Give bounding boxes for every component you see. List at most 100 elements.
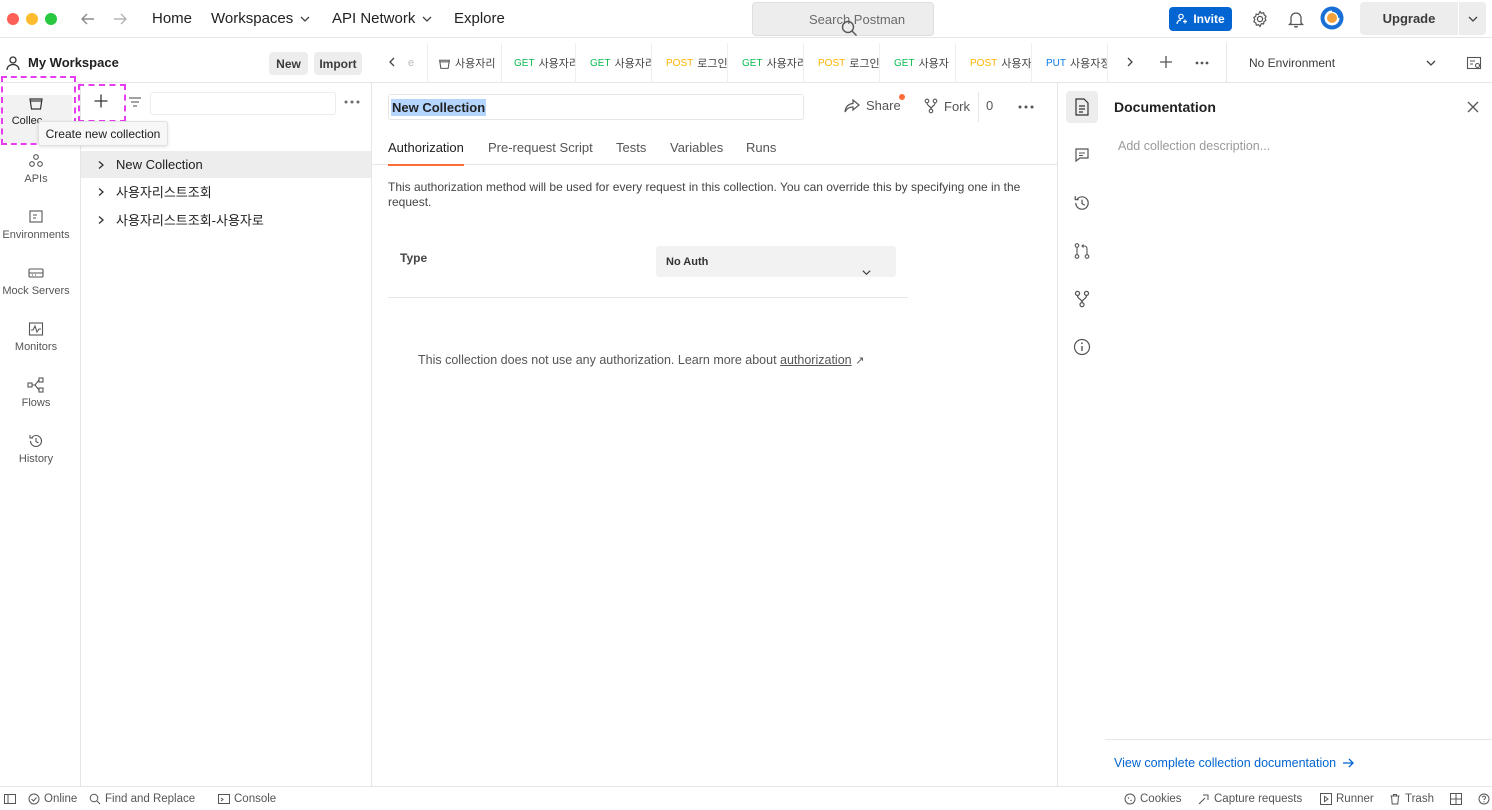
tab-name: 로그인 xyxy=(697,58,728,70)
documentation-tab[interactable] xyxy=(1066,91,1098,123)
tab-runs[interactable]: Runs xyxy=(746,140,776,155)
changelog-history-icon[interactable] xyxy=(1073,194,1091,212)
authorization-link[interactable]: authorization xyxy=(780,353,852,367)
filter-icon[interactable] xyxy=(128,96,142,108)
environment-selector[interactable]: No Environment xyxy=(1226,43,1436,83)
notifications-bell-icon[interactable] xyxy=(1287,10,1305,28)
auth-type-value: No Auth xyxy=(666,255,709,268)
help-icon[interactable] xyxy=(1478,793,1490,805)
more-options-icon[interactable] xyxy=(344,100,360,104)
info-icon[interactable] xyxy=(1073,338,1091,356)
collection-item[interactable]: 사용자리스트조회 xyxy=(81,178,371,205)
request-tab[interactable]: GET 사용자리 xyxy=(734,43,804,83)
nav-explore[interactable]: Explore xyxy=(454,10,505,27)
sidebar-item-mock-servers[interactable]: Mock Servers xyxy=(0,265,72,297)
tab-variables[interactable]: Variables xyxy=(670,140,723,155)
comments-icon[interactable] xyxy=(1073,146,1091,164)
forks-icon[interactable] xyxy=(1073,290,1091,308)
zoom-window-button[interactable] xyxy=(45,13,57,25)
request-tab[interactable]: e xyxy=(408,43,428,83)
new-tab-plus-icon[interactable] xyxy=(1159,55,1173,69)
tab-tests[interactable]: Tests xyxy=(616,140,646,155)
filter-collections-input[interactable] xyxy=(150,92,336,115)
cookies-button[interactable]: Cookies xyxy=(1124,793,1182,805)
request-tab[interactable]: POST 사용자 xyxy=(962,43,1032,83)
nav-workspaces[interactable]: Workspaces xyxy=(211,10,311,27)
collection-item-new-collection[interactable]: New Collection xyxy=(81,151,371,178)
forward-arrow-icon[interactable] xyxy=(112,11,128,27)
sidebar-item-monitors[interactable]: Monitors xyxy=(0,321,72,353)
request-tab[interactable]: GET 사용자리 xyxy=(582,43,652,83)
tab-method: GET xyxy=(590,57,611,69)
console-button[interactable]: Console xyxy=(218,793,276,805)
tab-authorization[interactable]: Authorization xyxy=(388,140,464,166)
capture-requests-button[interactable]: Capture requests xyxy=(1198,793,1302,805)
invite-button[interactable]: Invite xyxy=(1169,7,1232,31)
upgrade-menu-button[interactable] xyxy=(1459,2,1486,35)
tab-options-icon[interactable] xyxy=(1195,61,1209,65)
request-tab[interactable]: 사용자리 xyxy=(432,43,502,83)
request-tab[interactable]: PUT 사용자정 xyxy=(1038,43,1108,83)
nav-home[interactable]: Home xyxy=(152,10,192,27)
request-tab[interactable]: POST 로그인 xyxy=(658,43,728,83)
minimize-window-button[interactable] xyxy=(26,13,38,25)
nav-api-network[interactable]: API Network xyxy=(332,10,433,27)
scroll-tabs-left-icon[interactable] xyxy=(386,56,398,68)
chevron-right-icon[interactable] xyxy=(96,215,106,225)
tab-method: PUT xyxy=(1046,57,1066,69)
online-status[interactable]: Online xyxy=(28,793,77,805)
monitors-icon xyxy=(28,321,44,337)
request-tab[interactable]: GET 사용자 xyxy=(886,43,956,83)
toggle-sidebar-icon[interactable] xyxy=(4,793,16,805)
import-button[interactable]: Import xyxy=(314,52,362,75)
collection-name: New Collection xyxy=(116,157,203,172)
sidebar-item-history[interactable]: History xyxy=(0,433,72,465)
fork-count[interactable]: 0 xyxy=(986,98,993,113)
upgrade-button[interactable]: Upgrade xyxy=(1360,2,1458,35)
scroll-tabs-right-icon[interactable] xyxy=(1124,56,1136,68)
collection-item[interactable]: 사용자리스트조회-사용자로 xyxy=(81,206,371,233)
notification-dot-icon xyxy=(899,94,905,100)
more-options-icon[interactable] xyxy=(1018,105,1034,109)
collection-name-input[interactable]: New Collection xyxy=(388,94,804,120)
search-input[interactable]: Search Postman xyxy=(752,2,934,36)
environments-icon xyxy=(28,209,44,225)
request-tab[interactable]: POST 로그인 xyxy=(810,43,880,83)
sidebar-item-flows[interactable]: Flows xyxy=(0,377,72,409)
new-button[interactable]: New xyxy=(269,52,308,75)
avatar[interactable] xyxy=(1320,6,1344,30)
collections-panel: New Collection 사용자리스트조회 사용자리스트조회-사용자로 xyxy=(81,83,372,786)
auth-type-select[interactable]: No Auth xyxy=(656,246,896,277)
share-button[interactable]: Share xyxy=(844,94,905,113)
runner-button[interactable]: Runner xyxy=(1320,793,1374,805)
trash-button[interactable]: Trash xyxy=(1389,793,1434,805)
documentation-panel: Documentation Add collection description… xyxy=(1105,83,1492,786)
tab-method: POST xyxy=(818,57,846,69)
layout-toggle-icon[interactable] xyxy=(1450,793,1462,805)
pull-requests-icon[interactable] xyxy=(1073,242,1091,260)
close-icon[interactable] xyxy=(1467,101,1479,113)
tab-name: 사용자 xyxy=(1001,58,1032,70)
request-tab[interactable]: GET 사용자리 xyxy=(506,43,576,83)
settings-gear-icon[interactable] xyxy=(1251,10,1269,28)
collection-description-input[interactable]: Add collection description... xyxy=(1118,139,1270,153)
sidebar-item-apis[interactable]: APIs xyxy=(0,153,72,185)
back-arrow-icon[interactable] xyxy=(80,11,96,27)
auth-description: This authorization method will be used f… xyxy=(388,180,1021,209)
tab-pre-request-script[interactable]: Pre-request Script xyxy=(488,140,593,155)
find-replace-button[interactable]: Find and Replace xyxy=(89,793,195,805)
close-window-button[interactable] xyxy=(7,13,19,25)
status-bar: Online Find and Replace Console Cookies … xyxy=(0,786,1492,810)
nav-workspaces-label: Workspaces xyxy=(211,10,294,27)
chevron-right-icon[interactable] xyxy=(96,160,106,170)
chevron-right-icon[interactable] xyxy=(96,187,106,197)
fork-button[interactable]: Fork xyxy=(924,98,970,114)
divider xyxy=(1105,739,1492,740)
online-label: Online xyxy=(44,793,78,805)
invite-label: Invite xyxy=(1193,12,1225,26)
capture-icon xyxy=(1198,793,1210,805)
view-documentation-link[interactable]: View complete collection documentation xyxy=(1114,756,1355,770)
sidebar-item-environments[interactable]: Environments xyxy=(0,209,72,241)
arrow-right-icon xyxy=(1342,757,1355,769)
environment-quick-look-icon[interactable] xyxy=(1466,55,1482,71)
